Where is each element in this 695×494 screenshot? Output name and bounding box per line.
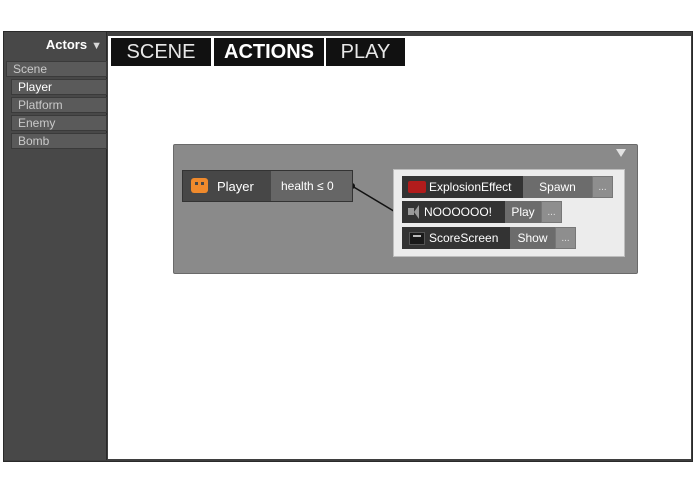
action-row-sound: NOOOOOO! Play ... — [402, 201, 562, 223]
trigger-condition[interactable]: health ≤ 0 — [271, 171, 352, 201]
sidebar-item-bomb[interactable]: Bomb — [11, 133, 107, 149]
action-sound-label: NOOOOOO! — [424, 205, 493, 219]
action-sound-more-button[interactable]: ... — [541, 201, 562, 223]
action-screen-name[interactable]: ScoreScreen — [402, 227, 510, 249]
action-sound-name[interactable]: NOOOOOO! — [402, 201, 505, 223]
action-row-explosion: ExplosionEffect Spawn ... — [402, 176, 614, 198]
screen-icon — [409, 232, 425, 245]
action-explosion-name[interactable]: ExplosionEffect — [402, 176, 523, 198]
action-sound-verb[interactable]: Play — [505, 201, 541, 223]
tab-play[interactable]: PLAY — [326, 38, 405, 66]
tab-actions[interactable]: ACTIONS — [214, 38, 324, 66]
trigger-block[interactable]: Player health ≤ 0 — [182, 170, 353, 202]
action-screen-more-button[interactable]: ... — [555, 227, 576, 249]
action-explosion-verb[interactable]: Spawn — [523, 176, 592, 198]
sidebar-item-player[interactable]: Player — [11, 79, 107, 95]
speaker-cone-icon — [414, 205, 419, 219]
sidebar-item-platform[interactable]: Platform — [11, 97, 107, 113]
trigger-actor-label: Player — [217, 179, 254, 194]
action-row-screen: ScoreScreen Show ... — [402, 227, 576, 249]
tab-scene[interactable]: SCENE — [111, 38, 211, 66]
action-screen-verb[interactable]: Show — [510, 227, 555, 249]
red-effect-icon — [408, 181, 426, 193]
action-explosion-label: ExplosionEffect — [429, 180, 512, 194]
player-face-icon — [191, 178, 208, 193]
collapse-triangle-icon[interactable] — [616, 149, 626, 157]
sidebar-item-scene[interactable]: Scene — [6, 61, 107, 77]
chevron-down-icon[interactable]: ▼ — [91, 40, 102, 52]
action-explosion-more-button[interactable]: ... — [592, 176, 613, 198]
actors-title: Actors — [45, 37, 88, 52]
action-screen-label: ScoreScreen — [429, 231, 499, 245]
sidebar-item-enemy[interactable]: Enemy — [11, 115, 107, 131]
actors-header[interactable]: Actors ▼ — [4, 37, 102, 52]
